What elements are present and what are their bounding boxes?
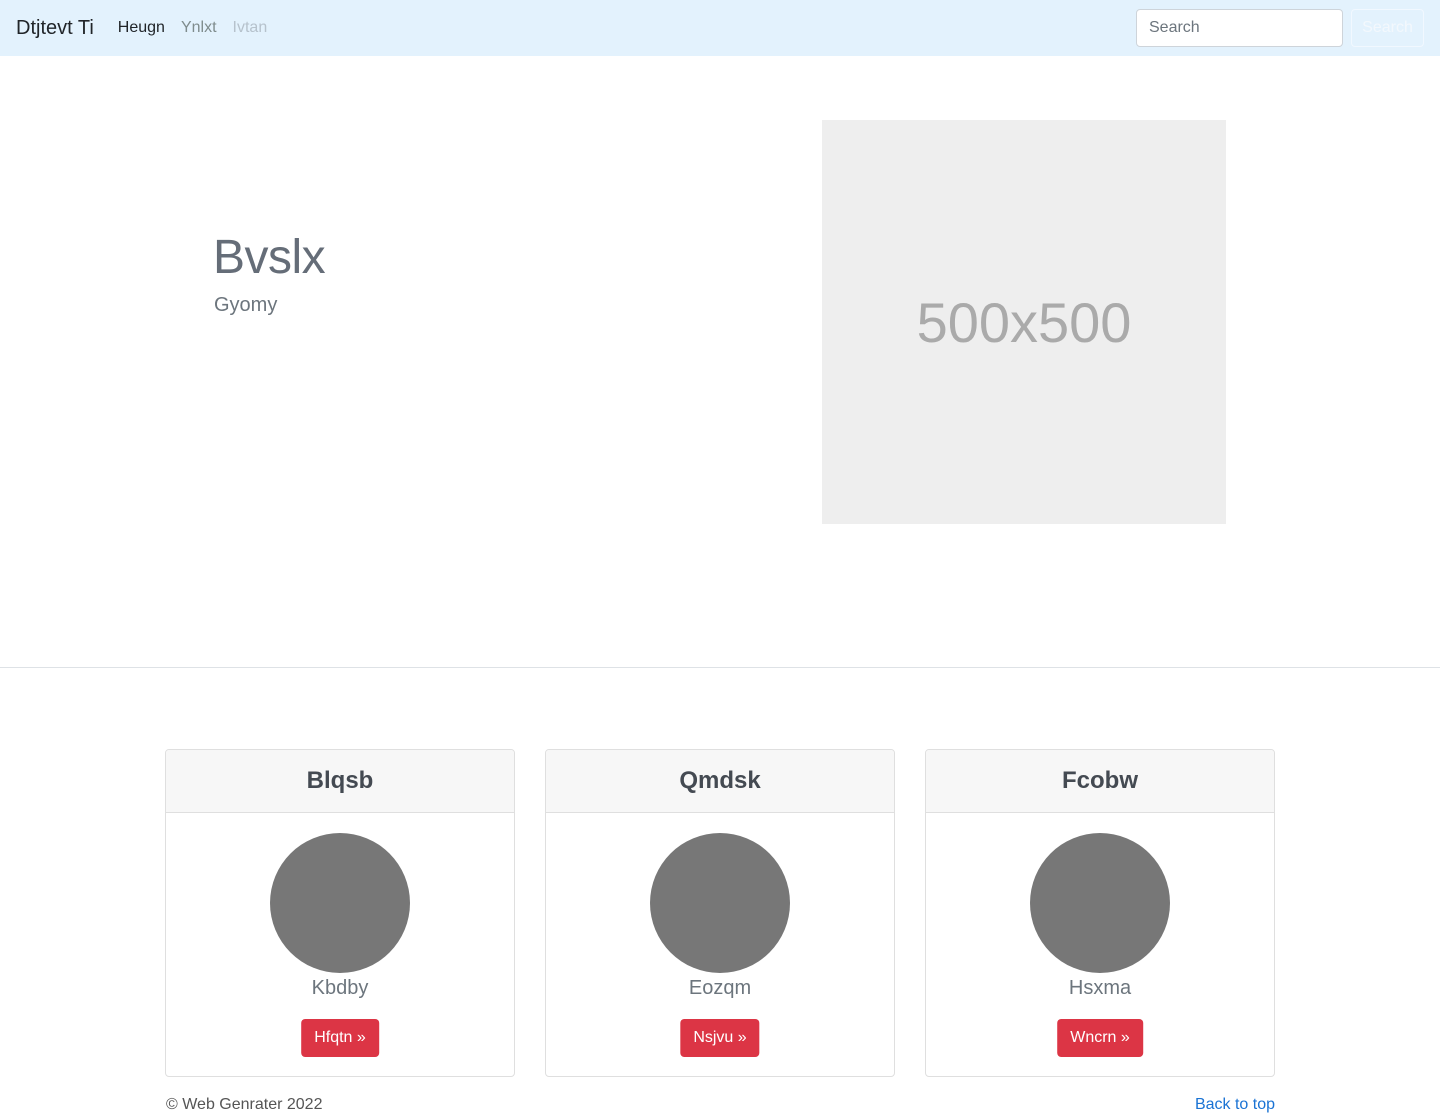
card-button-hfqtn[interactable]: Hfqtn »: [301, 1019, 379, 1057]
card-body: Hsxma Wncrn »: [926, 813, 1274, 1076]
back-to-top-link[interactable]: Back to top: [1195, 1096, 1275, 1114]
nav-link-ynlxt[interactable]: Ynlxt: [181, 19, 217, 37]
section-divider: [0, 667, 1440, 668]
card-header: Fcobw: [926, 750, 1274, 813]
hero-subtitle: Gyomy: [214, 294, 278, 316]
card-header: Qmdsk: [546, 750, 894, 813]
footer-copyright: © Web Genrater 2022: [166, 1096, 323, 1113]
card-body: Kbdby Hfqtn »: [166, 813, 514, 1076]
card-qmdsk: Qmdsk Eozqm Nsjvu »: [545, 749, 895, 1077]
card-fcobw: Fcobw Hsxma Wncrn »: [925, 749, 1275, 1077]
card-body: Eozqm Nsjvu »: [546, 813, 894, 1076]
search-button[interactable]: Search: [1351, 9, 1424, 47]
placeholder-image-label: 500x500: [916, 290, 1132, 354]
avatar: [650, 833, 790, 973]
card-blqsb: Blqsb Kbdby Hfqtn »: [165, 749, 515, 1077]
card-button-wncrn[interactable]: Wncrn »: [1057, 1019, 1143, 1057]
navbar: Dtjtevt Ti Heugn Ynlxt Ivtan Search: [0, 0, 1440, 56]
avatar: [1030, 833, 1170, 973]
nav-link-ivtan: Ivtan: [232, 19, 268, 36]
nav-link-heugn[interactable]: Heugn: [118, 19, 165, 37]
card-label: Hsxma: [1068, 977, 1132, 999]
hero-title: Bvslx: [213, 231, 326, 284]
search-form: Search: [1136, 9, 1424, 47]
card-label: Kbdby: [311, 977, 369, 999]
navbar-brand[interactable]: Dtjtevt Ti: [16, 17, 94, 40]
card-label: Eozqm: [688, 977, 752, 999]
card-header: Blqsb: [166, 750, 514, 813]
hero-placeholder-image: 500x500: [822, 120, 1226, 524]
avatar: [270, 833, 410, 973]
search-input[interactable]: [1136, 9, 1343, 47]
card-button-nsjvu[interactable]: Nsjvu »: [680, 1019, 760, 1057]
